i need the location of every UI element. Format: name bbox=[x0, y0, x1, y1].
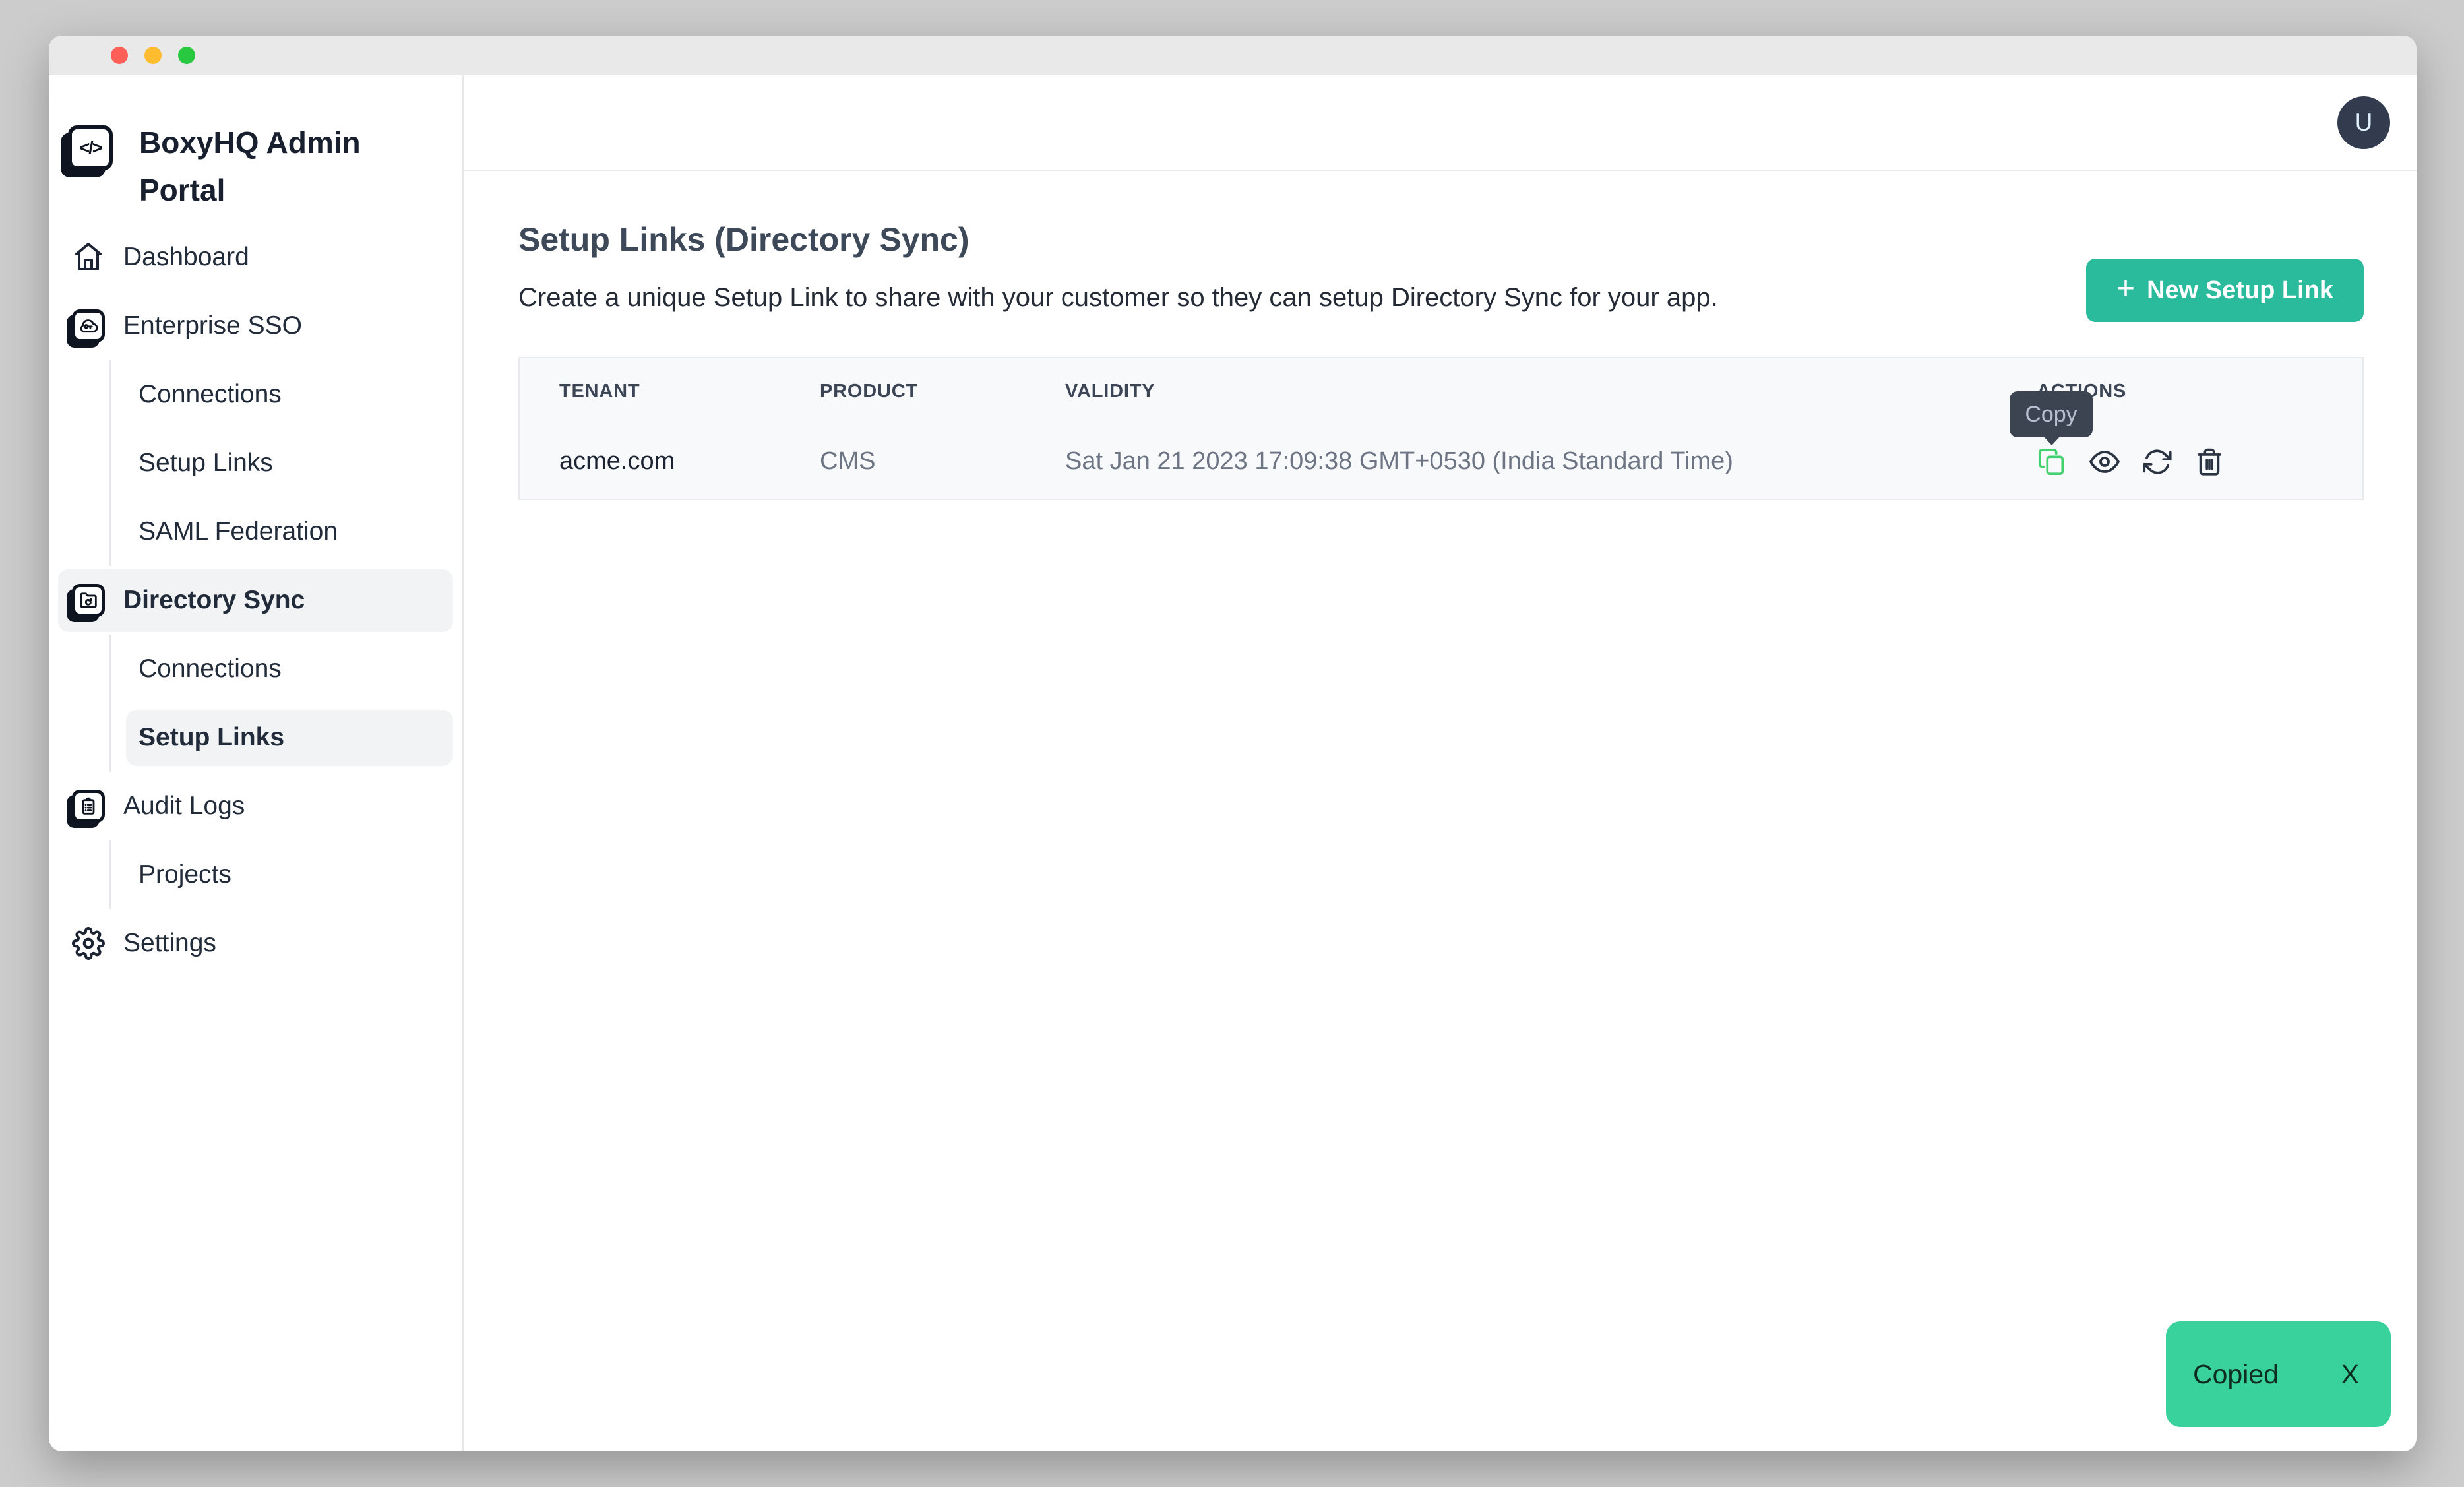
view-link-button[interactable] bbox=[2089, 446, 2120, 478]
code-glyph: </> bbox=[79, 138, 101, 158]
home-icon bbox=[69, 241, 108, 273]
zoom-window-icon[interactable] bbox=[178, 47, 195, 64]
sidebar-item-label: Connections bbox=[139, 380, 282, 409]
column-header-product: PRODUCT bbox=[780, 381, 1026, 402]
sidebar-item-directory-sync[interactable]: Directory Sync bbox=[58, 566, 453, 635]
sidebar-item-settings[interactable]: Settings bbox=[58, 909, 453, 978]
sidebar-item-dsync-setup-links[interactable]: Setup Links bbox=[109, 703, 453, 772]
sidebar-item-label: Connections bbox=[139, 654, 282, 683]
page-title: Setup Links (Directory Sync) bbox=[518, 220, 2364, 259]
sidebar-item-label: Setup Links bbox=[139, 723, 284, 752]
enterprise-sso-icon bbox=[69, 309, 108, 342]
sidebar-item-sso-setup-links[interactable]: Setup Links bbox=[109, 429, 453, 497]
validity-cell: Sat Jan 21 2023 17:09:38 GMT+0530 (India… bbox=[1026, 447, 1997, 476]
column-header-tenant: TENANT bbox=[520, 381, 780, 402]
copy-link-button[interactable] bbox=[2037, 447, 2067, 477]
app-window: </> BoxyHQ Admin Portal Dashboard bbox=[49, 36, 2417, 1451]
sidebar-item-label: Projects bbox=[139, 860, 231, 889]
window-titlebar bbox=[49, 36, 2417, 75]
sidebar-item-dsync-connections[interactable]: Connections bbox=[109, 635, 453, 703]
close-window-icon[interactable] bbox=[111, 47, 128, 64]
regenerate-link-button[interactable] bbox=[2142, 447, 2172, 477]
copy-tooltip: Copy bbox=[2010, 391, 2093, 437]
sidebar-item-dashboard[interactable]: Dashboard bbox=[58, 223, 453, 292]
app-title: BoxyHQ Admin Portal bbox=[139, 119, 383, 214]
toast-close-button[interactable]: X bbox=[2341, 1359, 2359, 1390]
sidebar-item-label: Setup Links bbox=[139, 449, 273, 478]
sidebar-item-sso-connections[interactable]: Connections bbox=[109, 360, 453, 429]
user-avatar[interactable]: U bbox=[2337, 96, 2390, 149]
sidebar-item-label: Settings bbox=[123, 929, 216, 958]
app-body: </> BoxyHQ Admin Portal Dashboard bbox=[49, 75, 2417, 1451]
minimize-window-icon[interactable] bbox=[144, 47, 162, 64]
sidebar-item-label: Directory Sync bbox=[123, 586, 305, 615]
sidebar-item-label: Enterprise SSO bbox=[123, 311, 302, 340]
copy-tooltip-label: Copy bbox=[2025, 402, 2077, 427]
app-logo: </> BoxyHQ Admin Portal bbox=[49, 119, 462, 214]
actions-cell bbox=[1997, 446, 2362, 478]
copy-icon bbox=[2037, 447, 2067, 477]
sidebar-item-enterprise-sso[interactable]: Enterprise SSO bbox=[58, 292, 453, 360]
top-bar: U bbox=[464, 75, 2417, 171]
column-header-validity: VALIDITY bbox=[1026, 381, 1997, 402]
product-cell: CMS bbox=[780, 447, 1026, 476]
main-area: U Setup Links (Directory Sync) Create a … bbox=[464, 75, 2417, 1451]
page-content: Setup Links (Directory Sync) Create a un… bbox=[464, 171, 2417, 1451]
audit-logs-icon bbox=[69, 790, 108, 823]
gear-icon bbox=[69, 927, 108, 960]
sidebar-item-saml-federation[interactable]: SAML Federation bbox=[109, 497, 453, 566]
tooltip-arrow bbox=[2043, 436, 2060, 445]
sidebar-item-label: Audit Logs bbox=[123, 792, 245, 821]
copied-toast: Copied X bbox=[2166, 1321, 2391, 1427]
delete-link-button[interactable] bbox=[2194, 447, 2225, 477]
sidebar-item-label: Dashboard bbox=[123, 243, 249, 272]
boxyhq-logo-icon: </> bbox=[68, 125, 113, 170]
tenant-cell: acme.com bbox=[520, 447, 780, 476]
new-setup-link-label: New Setup Link bbox=[2147, 276, 2333, 305]
eye-icon bbox=[2089, 446, 2120, 478]
trash-icon bbox=[2194, 447, 2225, 477]
refresh-icon bbox=[2142, 447, 2172, 477]
plus-icon: + bbox=[2116, 273, 2135, 305]
sidebar-item-audit-logs[interactable]: Audit Logs bbox=[58, 772, 453, 840]
sidebar: </> BoxyHQ Admin Portal Dashboard bbox=[49, 75, 464, 1451]
sidebar-nav: Dashboard Enterprise SSO Connections bbox=[49, 223, 462, 978]
new-setup-link-button[interactable]: + New Setup Link bbox=[2086, 259, 2364, 322]
toast-message: Copied bbox=[2193, 1359, 2279, 1390]
sidebar-item-label: SAML Federation bbox=[139, 517, 338, 546]
sidebar-item-projects[interactable]: Projects bbox=[109, 840, 453, 909]
directory-sync-icon bbox=[69, 584, 108, 617]
avatar-initial: U bbox=[2355, 109, 2373, 137]
